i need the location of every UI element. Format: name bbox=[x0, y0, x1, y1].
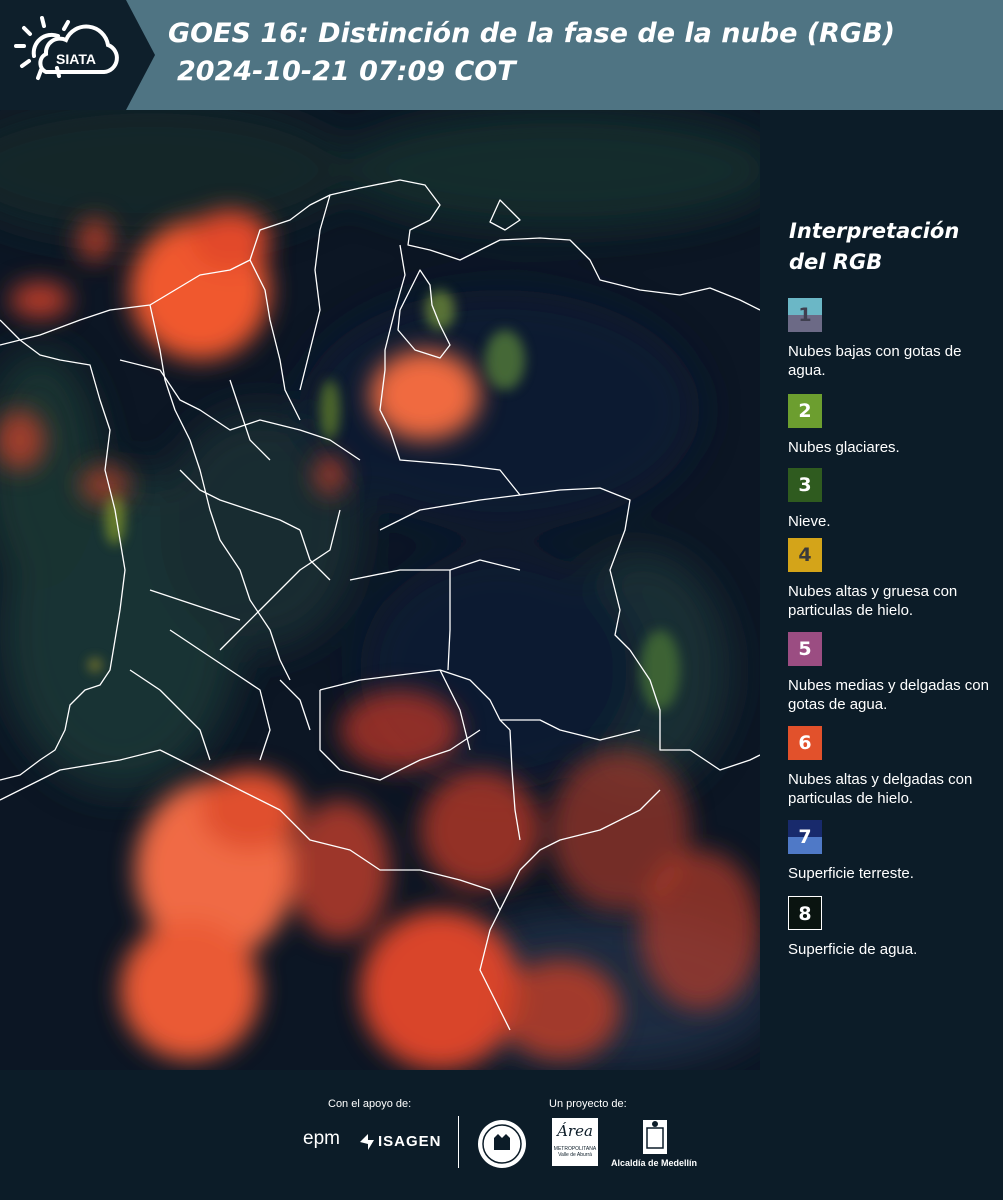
legend-swatch-7: 7 bbox=[788, 820, 822, 854]
alcaldia-crest-icon[interactable] bbox=[641, 1118, 669, 1156]
area-metropolitana-logo[interactable]: Área METROPOLITANA Valle de Aburrá bbox=[552, 1118, 598, 1166]
legend-title: Interpretación del RGB bbox=[789, 219, 960, 274]
legend-item-5: 5 Nubes medias y delgadas con gotas de a… bbox=[788, 632, 1003, 714]
medellin-seal-icon[interactable] bbox=[476, 1118, 528, 1170]
sun-cloud-icon: SIATA bbox=[14, 16, 119, 80]
header-bar: SIATA GOES 16: Distinción de la fase de … bbox=[0, 0, 1003, 110]
isagen-logo[interactable]: ISAGEN bbox=[378, 1133, 442, 1150]
legend-swatch-2: 2 bbox=[788, 394, 822, 428]
logo-text: SIATA bbox=[56, 51, 96, 67]
project-label: Un proyecto de: bbox=[549, 1098, 627, 1110]
legend-label-7: Superficie terreste. bbox=[788, 865, 914, 882]
legend-item-8: 8 Superficie de agua. bbox=[788, 896, 1003, 959]
legend-label-4: Nubes altas y gruesa con particulas de h… bbox=[788, 583, 958, 619]
legend-item-2: 2 Nubes glaciares. bbox=[788, 394, 1003, 457]
legend-panel: Interpretación del RGB 1 Nubes bajas con… bbox=[760, 110, 1003, 1070]
satellite-map[interactable] bbox=[0, 110, 760, 1070]
footer: Con el apoyo de: Un proyecto de: epm ISA… bbox=[0, 1070, 1003, 1200]
timestamp: 2024-10-21 07:09 COT bbox=[177, 56, 516, 87]
legend-item-4: 4 Nubes altas y gruesa con particulas de… bbox=[788, 538, 1003, 620]
legend-swatch-8: 8 bbox=[788, 896, 822, 930]
legend-label-2: Nubes glaciares. bbox=[788, 439, 900, 456]
legend-swatch-4: 4 bbox=[788, 538, 822, 572]
legend-label-8: Superficie de agua. bbox=[788, 941, 918, 958]
legend-swatch-1: 1 bbox=[788, 298, 822, 332]
legend-swatch-3: 3 bbox=[788, 468, 822, 502]
legend-swatch-6: 6 bbox=[788, 726, 822, 760]
legend-item-3: 3 Nieve. bbox=[788, 468, 1003, 531]
alcaldia-label: Alcaldía de Medellín bbox=[611, 1158, 698, 1168]
legend-item-6: 6 Nubes altas y delgadas con particulas … bbox=[788, 726, 1003, 808]
support-label: Con el apoyo de: bbox=[328, 1098, 412, 1110]
siata-logo[interactable]: SIATA bbox=[0, 0, 155, 110]
footer-divider bbox=[458, 1116, 459, 1168]
epm-logo[interactable]: epm bbox=[303, 1128, 340, 1150]
legend-swatch-5: 5 bbox=[788, 632, 822, 666]
legend-label-5: Nubes medias y delgadas con gotas de agu… bbox=[788, 677, 989, 713]
legend-item-1: 1 Nubes bajas con gotas de agua. bbox=[788, 298, 1003, 380]
legend-label-1: Nubes bajas con gotas de agua. bbox=[788, 343, 962, 379]
legend-label-3: Nieve. bbox=[788, 513, 831, 530]
isagen-mark-icon bbox=[360, 1134, 374, 1150]
map-canvas bbox=[0, 110, 760, 1070]
page-title: GOES 16: Distinción de la fase de la nub… bbox=[168, 18, 895, 49]
legend-item-7: 7 Superficie terreste. bbox=[788, 820, 1003, 883]
legend-label-6: Nubes altas y delgadas con particulas de… bbox=[788, 771, 973, 807]
